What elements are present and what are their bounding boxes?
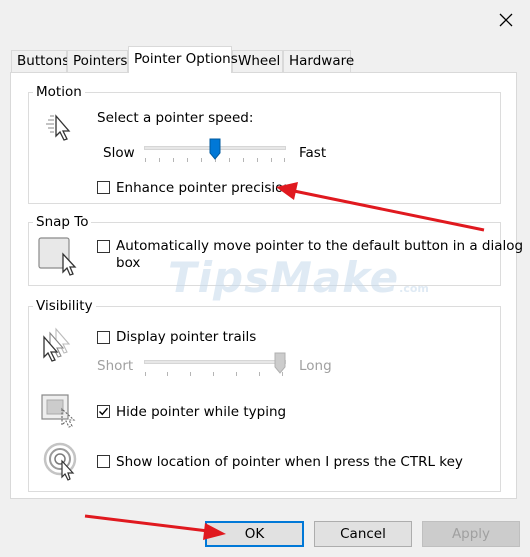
- pointer-speed-icon: [46, 114, 71, 141]
- slow-label: Slow: [103, 145, 135, 161]
- pointer-trails-checkbox[interactable]: [97, 331, 110, 344]
- slider-track: [144, 360, 286, 364]
- tab-pointer-options[interactable]: Pointer Options: [128, 46, 238, 73]
- pointer-speed-slider[interactable]: [144, 138, 286, 164]
- snap-to-checkbox[interactable]: [97, 240, 110, 253]
- watermark-main: TipsMake: [168, 253, 400, 302]
- slider-thumb[interactable]: [209, 138, 221, 160]
- tab-hardware[interactable]: Hardware: [283, 50, 354, 72]
- enhance-precision-checkbox[interactable]: [97, 181, 110, 194]
- apply-button[interactable]: Apply: [422, 521, 520, 547]
- tab-strip: Buttons Pointers Pointer Options Wheel H…: [0, 46, 530, 73]
- hide-pointer-icon: [41, 394, 76, 428]
- long-label: Long: [299, 358, 332, 374]
- snap-to-label[interactable]: Automatically move pointer to the defaul…: [116, 238, 523, 254]
- pointer-trails-icon: [43, 327, 71, 362]
- hide-pointer-label[interactable]: Hide pointer while typing: [116, 404, 286, 420]
- snap-to-group-title: Snap To: [33, 214, 92, 230]
- hide-pointer-checkbox[interactable]: [97, 405, 110, 418]
- ctrl-locate-checkbox[interactable]: [97, 455, 110, 468]
- checkmark-icon: [99, 407, 109, 416]
- motion-group-title: Motion: [33, 84, 85, 100]
- cancel-button[interactable]: Cancel: [314, 521, 412, 547]
- short-label: Short: [97, 358, 134, 374]
- tab-buttons[interactable]: Buttons: [11, 50, 69, 72]
- watermark-suffix: .com: [399, 282, 429, 295]
- pointer-speed-label: Select a pointer speed:: [97, 110, 254, 126]
- snap-to-label-line2[interactable]: box: [116, 255, 140, 271]
- tab-wheel[interactable]: Wheel: [232, 50, 283, 72]
- close-button[interactable]: [494, 8, 518, 32]
- visibility-group-title: Visibility: [33, 298, 96, 314]
- enhance-precision-label[interactable]: Enhance pointer precision: [116, 180, 292, 196]
- fast-label: Fast: [299, 145, 327, 161]
- snap-to-icon: [38, 237, 77, 276]
- ok-button[interactable]: OK: [205, 521, 304, 547]
- annotation-arrow-ok: [84, 514, 209, 533]
- watermark-logo: TipsMake.com: [168, 253, 429, 302]
- close-icon: [499, 13, 513, 27]
- tab-pointers[interactable]: Pointers: [67, 50, 128, 72]
- ctrl-locate-label[interactable]: Show location of pointer when I press th…: [116, 454, 463, 470]
- trail-length-slider[interactable]: [144, 352, 286, 378]
- slider-thumb[interactable]: [274, 352, 286, 374]
- ctrl-locate-icon: [43, 442, 77, 481]
- pointer-trails-label[interactable]: Display pointer trails: [116, 329, 256, 345]
